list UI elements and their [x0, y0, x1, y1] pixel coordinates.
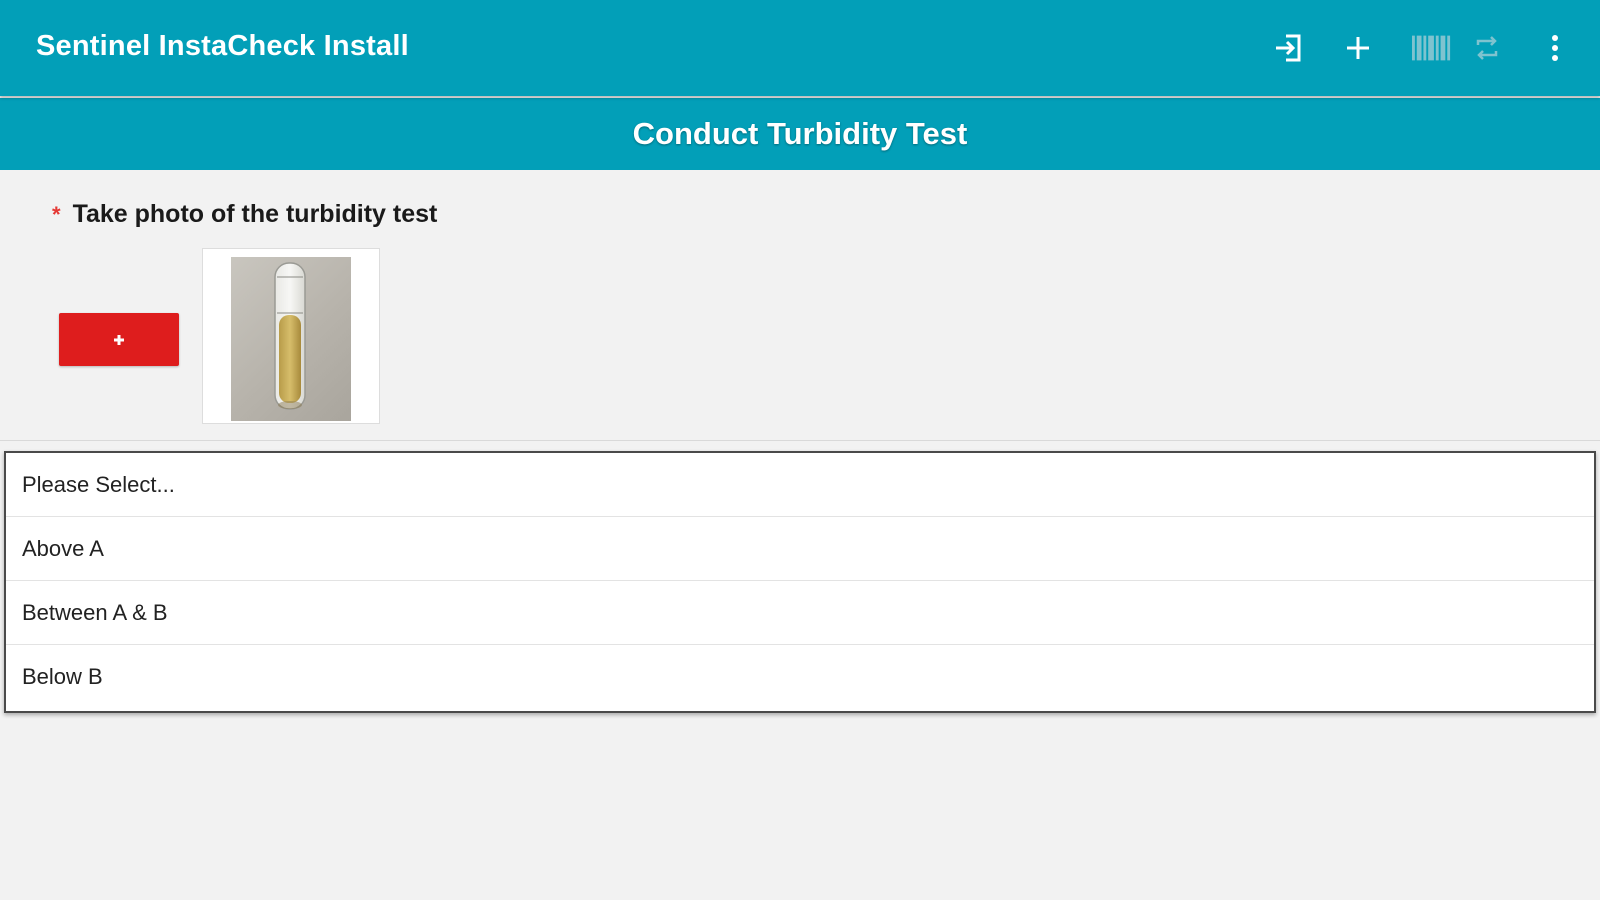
- sync-icon[interactable]: [1467, 28, 1507, 68]
- app-title: Sentinel InstaCheck Install: [36, 30, 409, 62]
- add-icon[interactable]: [1338, 28, 1378, 68]
- add-photo-icon: [114, 334, 124, 345]
- required-marker: *: [52, 202, 61, 227]
- answer-dropdown-list: Please Select... Above A Between A & B B…: [4, 451, 1596, 713]
- option-please-select[interactable]: Please Select...: [6, 453, 1594, 517]
- option-below-b[interactable]: Below B: [6, 645, 1594, 709]
- option-between-a-b[interactable]: Between A & B: [6, 581, 1594, 645]
- app-bar: Sentinel InstaCheck Install: [0, 0, 1600, 96]
- question-text: Take photo of the turbidity test: [72, 200, 438, 228]
- page-title: Conduct Turbidity Test: [632, 116, 968, 151]
- barcode-icon[interactable]: [1412, 28, 1452, 68]
- section-divider: [0, 440, 1600, 441]
- page-header: Conduct Turbidity Test: [0, 98, 1600, 170]
- more-vert-icon[interactable]: [1535, 28, 1575, 68]
- option-above-a[interactable]: Above A: [6, 517, 1594, 581]
- take-photo-button[interactable]: [59, 313, 179, 366]
- question-label: * Take photo of the turbidity test: [52, 200, 437, 229]
- exit-to-app-icon[interactable]: [1268, 28, 1308, 68]
- turbidity-test-photo: [231, 257, 351, 421]
- photo-thumbnail[interactable]: [202, 248, 380, 424]
